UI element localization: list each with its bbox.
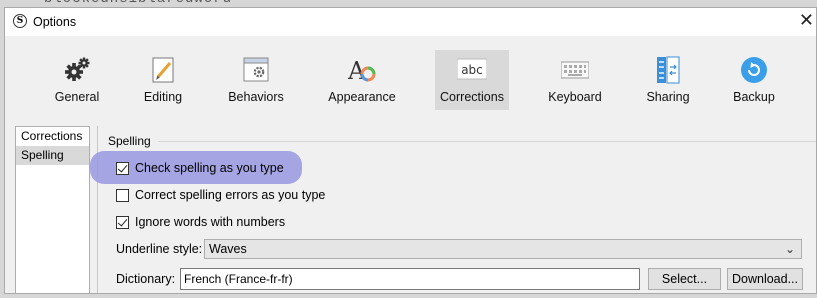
ignore-numbers-option[interactable]: Ignore words with numbers	[116, 214, 285, 230]
tab-label: Sharing	[646, 90, 690, 104]
check-spelling-option[interactable]: Check spelling as you type	[116, 160, 284, 176]
underline-style-select[interactable]: Waves ⌄	[204, 239, 802, 259]
select-dictionary-button[interactable]: Select...	[648, 268, 721, 290]
correct-spelling-checkbox[interactable]	[116, 188, 129, 202]
tab-behaviors[interactable]: Behaviors	[226, 50, 286, 110]
dictionary-label: Dictionary:	[116, 272, 176, 286]
check-spelling-checkbox[interactable]	[116, 161, 129, 175]
tab-corrections[interactable]: abc Corrections	[435, 50, 509, 110]
category-list: Corrections Spelling	[15, 126, 90, 293]
group-divider	[158, 141, 816, 142]
dictionary-field[interactable]: French (France-fr-fr)	[180, 268, 640, 290]
close-icon[interactable]: ✕	[799, 10, 814, 30]
tab-label: Backup	[733, 90, 775, 104]
chevron-down-icon: ⌄	[784, 242, 795, 256]
underline-style-label: Underline style:	[116, 242, 203, 256]
gears-icon	[65, 57, 90, 81]
backup-icon	[741, 57, 767, 83]
checkbox-label: Check spelling as you type	[135, 161, 284, 175]
tab-label: Editing	[143, 90, 183, 104]
sidebar-item-corrections[interactable]: Corrections	[16, 127, 89, 146]
tab-label: General	[54, 90, 100, 104]
tab-sharing[interactable]: Sharing	[645, 50, 691, 110]
tab-editing[interactable]: Editing	[137, 50, 189, 110]
tab-general[interactable]: General	[51, 50, 103, 110]
download-dictionary-button[interactable]: Download...	[727, 268, 803, 290]
title-bar: S Options ✕	[5, 8, 816, 36]
tab-label: Appearance	[328, 90, 396, 104]
gear-window-icon	[243, 57, 269, 82]
options-toolbar: General Editing Behaviors A Appearance a…	[5, 36, 816, 119]
sidebar-item-spelling[interactable]: Spelling	[16, 146, 89, 165]
app-logo-icon: S	[13, 14, 27, 28]
options-content: Corrections Spelling Spelling Check spel…	[5, 119, 816, 293]
tab-keyboard[interactable]: Keyboard	[546, 50, 604, 110]
font-color-icon: A	[348, 57, 376, 84]
tab-label: Keyboard	[548, 90, 602, 104]
abc-icon: abc	[457, 58, 487, 80]
options-dialog: S Options ✕ General Editing Behaviors A …	[4, 7, 817, 294]
tab-backup[interactable]: Backup	[731, 50, 777, 110]
background-window-text: blockedhsiblaredword	[44, 0, 232, 7]
window-title: Options	[33, 15, 77, 29]
pencil-page-icon	[152, 57, 174, 83]
checkbox-label: Ignore words with numbers	[135, 215, 286, 229]
ignore-numbers-checkbox[interactable]	[116, 215, 129, 229]
tab-label: Behaviors	[228, 90, 284, 104]
checkbox-label: Correct spelling errors as you type	[135, 188, 326, 202]
sharing-icon	[657, 56, 680, 84]
tab-appearance[interactable]: A Appearance	[327, 50, 397, 110]
tab-label: Corrections	[440, 90, 504, 104]
group-title: Spelling	[108, 134, 155, 148]
underline-style-value: Waves	[209, 242, 247, 256]
svg-text:abc: abc	[461, 63, 483, 77]
keyboard-icon	[561, 61, 589, 79]
correct-spelling-option[interactable]: Correct spelling errors as you type	[116, 187, 325, 203]
spelling-panel: Spelling Check spelling as you type Corr…	[90, 126, 816, 293]
